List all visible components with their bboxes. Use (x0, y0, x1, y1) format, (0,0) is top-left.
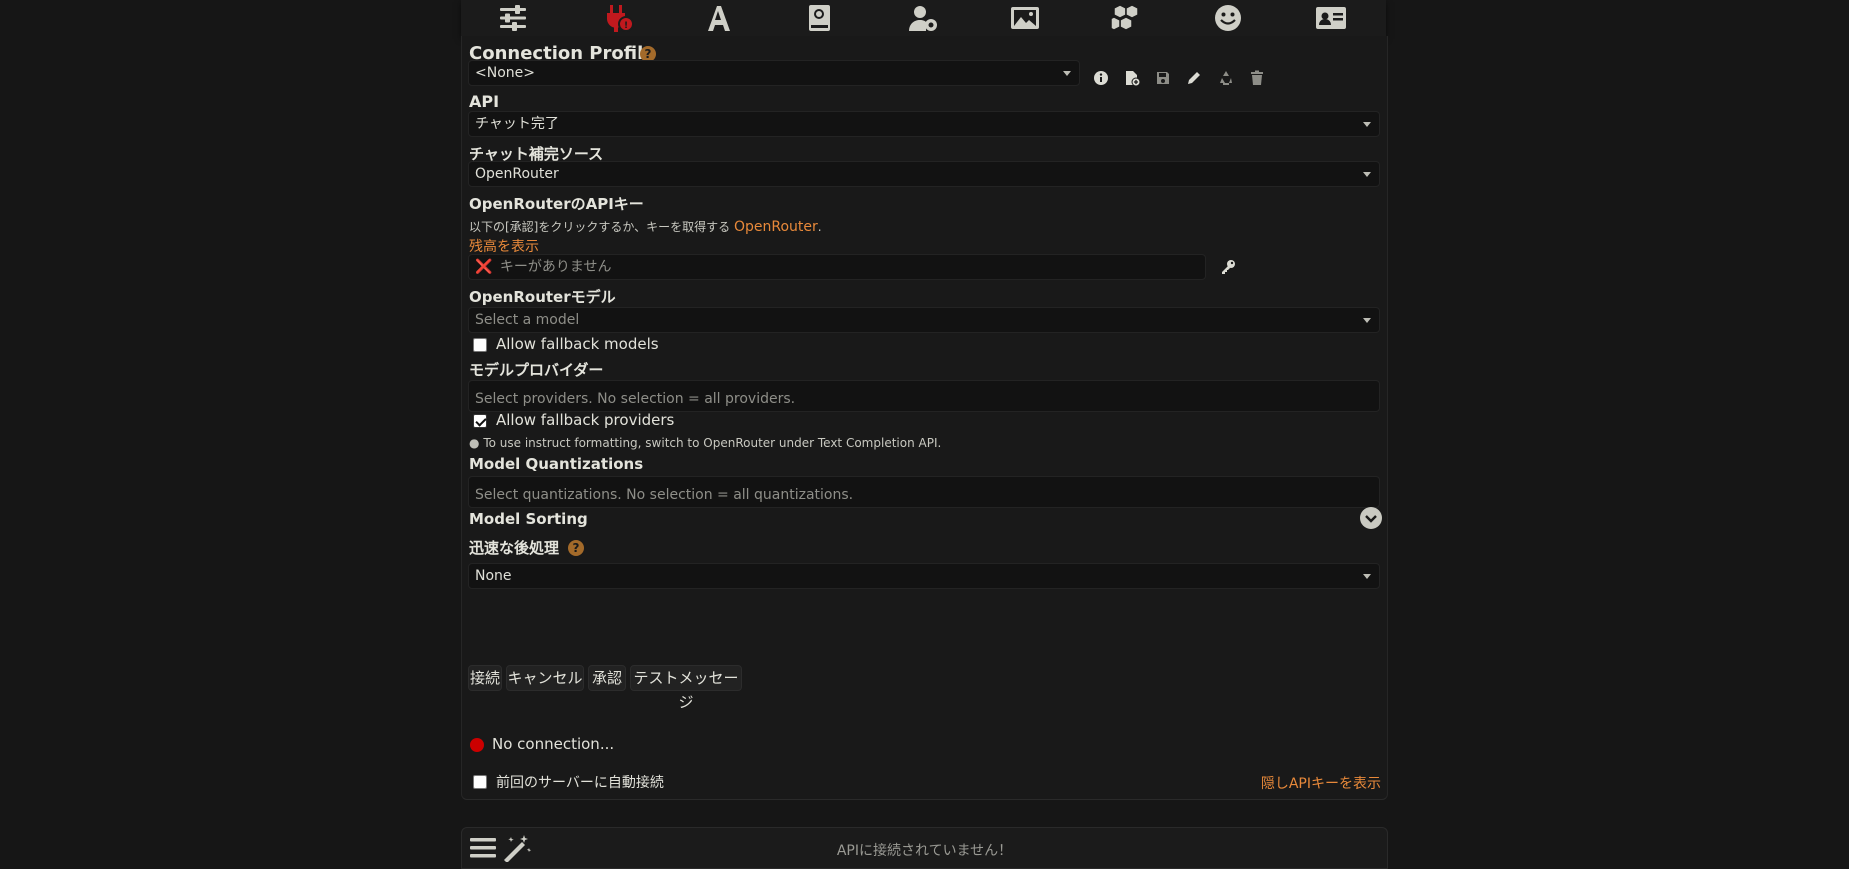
chevron-down-icon (1363, 122, 1371, 127)
allow-fallback-models-label: Allow fallback models (496, 335, 659, 353)
post-processing-value: None (475, 568, 512, 584)
chat-input-bar: APIに接続されていません！ (461, 827, 1388, 869)
sliders-icon[interactable] (496, 2, 530, 34)
user-cog-icon[interactable] (906, 2, 940, 34)
model-sorting-heading[interactable]: Model Sorting (469, 510, 588, 528)
api-heading: API (469, 92, 500, 111)
book-icon[interactable] (802, 2, 836, 34)
openrouter-model-heading: OpenRouterモデル (469, 288, 616, 306)
plug-icon[interactable]: ! (601, 2, 635, 34)
chat-completion-source-select[interactable]: OpenRouter (468, 161, 1380, 187)
id-card-icon[interactable] (1314, 2, 1348, 34)
save-icon[interactable] (1151, 66, 1175, 90)
svg-text:!: ! (624, 21, 628, 31)
font-icon[interactable] (702, 2, 736, 34)
x-mark-icon: ❌ (475, 259, 493, 275)
prompt-post-processing-heading: 迅速な後処理 (469, 539, 560, 557)
model-select[interactable]: Select a model (468, 307, 1380, 333)
status-indicator (470, 738, 484, 752)
api-key-placeholder: キーがありません (499, 259, 612, 275)
recycle-icon[interactable] (1214, 66, 1238, 90)
instruct-tip: ● To use instruct formatting, switch to … (469, 436, 941, 450)
chat-input-placeholder[interactable]: APIに接続されていません！ (462, 840, 1387, 860)
auto-connect-label: 前回のサーバーに自動接続 (496, 775, 664, 791)
key-icon[interactable] (1216, 255, 1240, 279)
connection-profile-value: <None> (475, 65, 535, 81)
cubes-icon[interactable] (1109, 2, 1143, 34)
model-placeholder: Select a model (475, 312, 580, 328)
model-providers-heading: モデルプロバイダー (469, 361, 604, 379)
connection-status-text: No connection... (492, 735, 615, 753)
connect-button[interactable]: 接続 (468, 665, 502, 691)
api-key-hint-text: 以下の[承認]をクリックするか、キーを取得する (469, 220, 731, 234)
pencil-icon[interactable] (1182, 66, 1206, 90)
lightbulb-icon: ● (469, 436, 480, 450)
openrouter-link[interactable]: OpenRouter (734, 219, 818, 235)
model-providers-placeholder: Select providers. No selection = all pro… (475, 391, 796, 407)
top-navigation-bar: ! (461, 0, 1386, 37)
connection-profile-select[interactable]: <None> (468, 60, 1080, 86)
chevron-down-icon (1363, 318, 1371, 323)
file-add-icon[interactable] (1120, 66, 1144, 90)
cancel-button[interactable]: キャンセル (506, 665, 584, 691)
chevron-down-icon (1063, 71, 1071, 76)
allow-fallback-providers-label: Allow fallback providers (496, 411, 675, 429)
api-value: チャット完了 (475, 116, 559, 132)
auto-connect-checkbox[interactable] (473, 775, 487, 789)
chevron-down-icon (1363, 574, 1371, 579)
allow-fallback-providers-checkbox[interactable] (473, 414, 487, 428)
api-key-hint-suffix: . (817, 220, 822, 234)
model-quantizations-placeholder: Select quantizations. No selection = all… (475, 487, 854, 503)
view-balance-link[interactable]: 残高を表示 (469, 236, 539, 256)
model-providers-input[interactable]: Select providers. No selection = all pro… (468, 380, 1380, 412)
api-connections-panel: Connection Profile ? <None> API チャット完了 チ… (461, 36, 1388, 800)
chevron-down-icon (1363, 172, 1371, 177)
trash-icon[interactable] (1245, 66, 1269, 90)
chat-completion-source-value: OpenRouter (475, 166, 559, 182)
test-message-button[interactable]: テストメッセージ (630, 665, 742, 711)
view-hidden-api-keys-link[interactable]: 隠しAPIキーを表示 (1261, 773, 1381, 793)
api-key-hint: 以下の[承認]をクリックするか、キーを取得する OpenRouter. (469, 218, 822, 235)
model-quantizations-heading: Model Quantizations (469, 455, 644, 473)
model-quantizations-input[interactable]: Select quantizations. No selection = all… (468, 476, 1380, 508)
api-key-heading: OpenRouterのAPIキー (469, 195, 644, 213)
post-processing-select[interactable]: None (468, 563, 1380, 589)
info-icon[interactable] (1089, 66, 1113, 90)
authorize-button[interactable]: 承認 (588, 665, 626, 691)
post-processing-help-icon[interactable]: ? (568, 540, 584, 556)
smile-icon[interactable] (1211, 2, 1245, 34)
chevron-down-icon[interactable] (1360, 507, 1382, 529)
image-icon[interactable] (1008, 2, 1042, 34)
api-select[interactable]: チャット完了 (468, 111, 1380, 137)
api-key-input[interactable]: ❌ キーがありません (468, 254, 1206, 280)
instruct-tip-text: To use instruct formatting, switch to Op… (483, 436, 942, 450)
allow-fallback-models-checkbox[interactable] (473, 338, 487, 352)
